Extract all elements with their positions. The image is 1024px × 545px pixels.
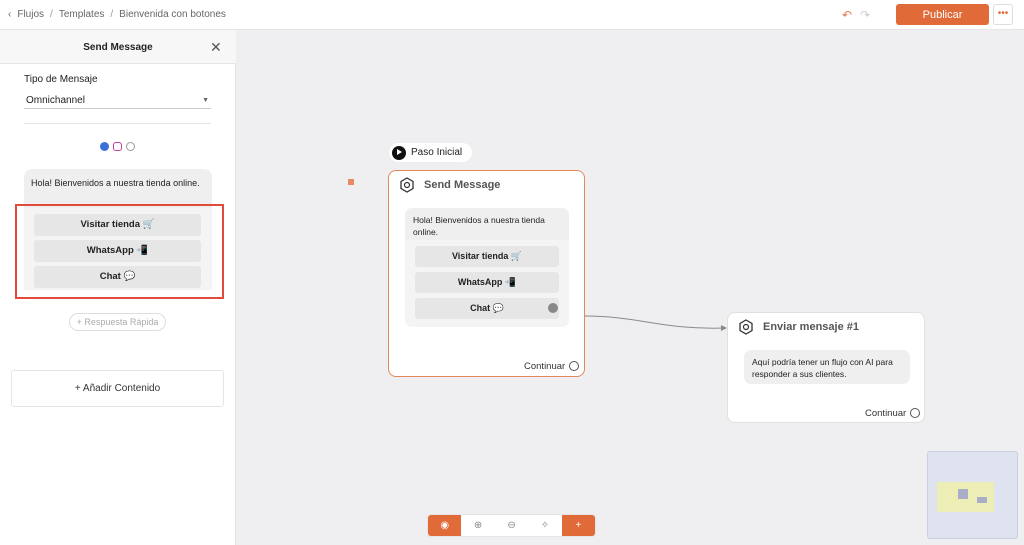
quick-reply-button[interactable]: + Respuesta Rápida [69,313,166,331]
canvas-toolbar: ◉ ⊕ ⊖ ✧ + [428,515,595,536]
node-message: Aquí podría tener un flujo con AI para r… [744,350,910,384]
node-button-whatsapp[interactable]: WhatsApp 📲 [415,272,559,293]
node-header: Enviar mensaje #1 [738,319,859,335]
zoom-in-icon[interactable]: ⊕ [461,515,494,536]
enviar-mensaje-node[interactable]: Enviar mensaje #1 Aquí podría tener un f… [727,312,925,423]
node-message: Hola! Bienvenidos a nuestra tienda onlin… [405,208,569,240]
breadcrumb-templates[interactable]: Templates [59,9,105,20]
start-step-pill[interactable]: Paso Inicial [389,143,473,162]
node-title: Enviar mensaje #1 [763,321,860,333]
panel-header: Send Message ✕ [0,30,236,64]
magic-icon[interactable]: ✧ [528,515,561,536]
continue-label: Continuar [865,408,907,419]
breadcrumb-current: Bienvenida con botones [119,9,226,20]
messenger-icon [100,142,109,151]
instagram-icon [113,142,122,151]
breadcrumb-separator: / [50,9,53,20]
more-options-button[interactable]: ••• [993,4,1013,25]
panel-title: Send Message [83,42,153,53]
start-step-label: Paso Inicial [411,147,463,158]
add-content-button[interactable]: + Añadir Contenido [11,370,224,407]
play-icon [392,145,406,160]
minimap-node [958,489,968,499]
node-button-list: Visitar tienda 🛒 WhatsApp 📲 Chat 💬 [405,240,569,327]
eye-icon[interactable]: ◉ [428,515,462,536]
node-button-visitar-tienda[interactable]: Visitar tienda 🛒 [415,246,559,267]
continue-port[interactable] [569,361,579,371]
canvas-marker [348,179,354,185]
message-type-value: Omnichannel [26,95,85,106]
node-button-chat[interactable]: Chat 💬 [415,298,559,319]
send-message-node[interactable]: Send Message Hola! Bienvenidos a nuestra… [388,170,585,377]
plus-icon[interactable]: + [561,515,595,536]
output-port[interactable] [548,303,558,313]
node-title: Send Message [424,179,501,191]
minimap-node [977,497,987,503]
divider [24,123,211,124]
undo-icon[interactable]: ↶ [842,8,852,22]
node-header: Send Message [399,177,500,193]
publish-button[interactable]: Publicar [896,4,989,25]
message-type-select[interactable]: Omnichannel ▼ [24,91,211,109]
top-bar: ‹ Flujos / Templates / Bienvenida con bo… [0,0,1024,30]
openai-icon [739,319,753,335]
close-icon[interactable]: ✕ [210,39,222,56]
continue-label: Continuar [524,361,566,372]
continue-port[interactable] [910,408,920,418]
breadcrumb-separator: / [110,9,114,20]
chat-bubble-icon [126,142,135,151]
minimap[interactable] [927,451,1018,539]
breadcrumb-flujos[interactable]: Flujos [17,9,44,20]
zoom-out-icon[interactable]: ⊖ [495,515,528,536]
buttons-highlight-box [15,204,224,299]
chevron-down-icon: ▼ [202,97,209,104]
message-text-bubble[interactable]: Hola! Bienvenidos a nuestra tienda onlin… [24,169,212,209]
message-type-label: Tipo de Mensaje [24,74,98,85]
openai-icon [400,177,414,193]
redo-icon[interactable]: ↷ [860,8,870,22]
breadcrumb: ‹ Flujos / Templates / Bienvenida con bo… [8,9,226,20]
back-chevron-icon[interactable]: ‹ [8,9,11,20]
channel-icons [100,142,135,151]
send-message-panel: Send Message ✕ Tipo de Mensaje Omnichann… [0,30,236,545]
